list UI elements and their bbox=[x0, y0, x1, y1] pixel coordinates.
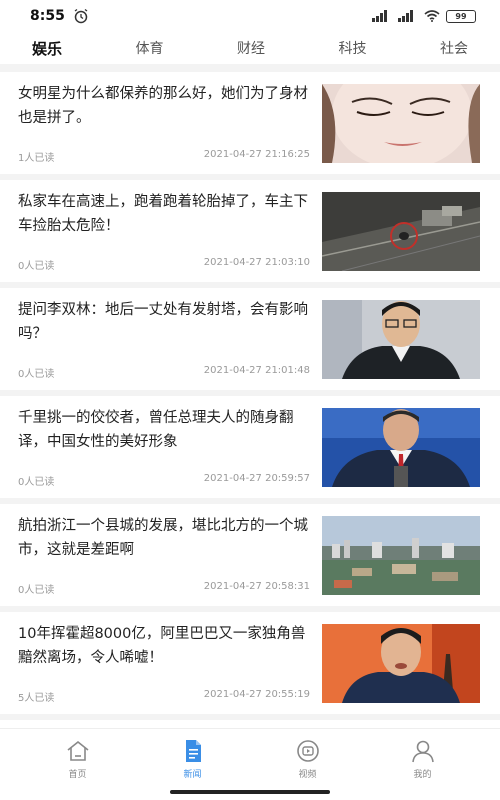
read-count: 5人已读 bbox=[18, 693, 55, 704]
nav-news[interactable]: 新闻 bbox=[163, 738, 223, 780]
status-time: 8:55 bbox=[30, 8, 65, 24]
news-thumbnail bbox=[322, 516, 480, 595]
read-count: 0人已读 bbox=[18, 477, 55, 488]
news-thumbnail bbox=[322, 300, 480, 379]
news-title: 10年挥霍超8000亿，阿里巴巴又一家独角兽黯然离场，令人唏嘘！ bbox=[18, 626, 306, 666]
bottom-nav: 首页 新闻 视频 我的 bbox=[0, 728, 500, 788]
news-meta: 0人已读 2021-04-27 20:59:57 bbox=[18, 473, 310, 488]
news-item[interactable]: 10年挥霍超8000亿，阿里巴巴又一家独角兽黯然离场，令人唏嘘！ 5人已读 20… bbox=[0, 612, 500, 720]
nav-label: 首页 bbox=[68, 769, 87, 780]
news-meta: 5人已读 2021-04-27 20:55:19 bbox=[18, 689, 310, 704]
tab-entertainment[interactable]: 娱乐 bbox=[32, 38, 62, 59]
publish-time: 2021-04-27 20:58:31 bbox=[203, 581, 310, 592]
nav-home[interactable]: 首页 bbox=[48, 738, 108, 780]
nav-label: 视频 bbox=[298, 769, 317, 780]
nav-profile[interactable]: 我的 bbox=[393, 738, 453, 780]
user-icon bbox=[411, 740, 434, 762]
news-thumbnail bbox=[322, 192, 480, 271]
news-list: 女明星为什么都保养的那么好，她们为了身材也是拼了。 1人已读 2021-04-2… bbox=[0, 72, 500, 720]
nav-label: 新闻 bbox=[183, 769, 202, 780]
publish-time: 2021-04-27 21:16:25 bbox=[203, 149, 310, 160]
tab-sports[interactable]: 体育 bbox=[136, 38, 164, 58]
news-meta: 0人已读 2021-04-27 21:01:48 bbox=[18, 365, 310, 380]
home-indicator bbox=[170, 790, 330, 794]
battery-icon: 99 bbox=[446, 9, 476, 23]
divider bbox=[0, 64, 500, 72]
news-item[interactable]: 提问李双林：地后一丈处有发射塔，会有影响吗？ 0人已读 2021-04-27 2… bbox=[0, 288, 500, 396]
tab-society[interactable]: 社会 bbox=[440, 38, 468, 58]
publish-time: 2021-04-27 20:59:57 bbox=[203, 473, 310, 484]
status-bar: 8:55 99 bbox=[0, 0, 500, 32]
publish-time: 2021-04-27 21:01:48 bbox=[203, 365, 310, 376]
tab-finance[interactable]: 财经 bbox=[237, 38, 265, 58]
news-thumbnail bbox=[322, 624, 480, 703]
tab-technology[interactable]: 科技 bbox=[338, 38, 366, 58]
category-tabs: 娱乐 体育 财经 科技 社会 bbox=[0, 32, 500, 64]
news-meta: 1人已读 2021-04-27 21:16:25 bbox=[18, 149, 310, 164]
news-title: 千里挑一的佼佼者，曾任总理夫人的随身翻译，中国女性的美好形象 bbox=[18, 410, 294, 450]
signal-icon bbox=[398, 10, 418, 22]
news-title: 提问李双林：地后一丈处有发射塔，会有影响吗？ bbox=[18, 302, 308, 342]
news-title: 女明星为什么都保养的那么好，她们为了身材也是拼了。 bbox=[18, 86, 308, 126]
news-thumbnail bbox=[322, 408, 480, 487]
battery-level: 99 bbox=[455, 11, 467, 21]
news-icon bbox=[185, 739, 201, 762]
alarm-icon bbox=[74, 8, 88, 24]
read-count: 0人已读 bbox=[18, 585, 55, 596]
news-item[interactable]: 女明星为什么都保养的那么好，她们为了身材也是拼了。 1人已读 2021-04-2… bbox=[0, 72, 500, 180]
news-meta: 0人已读 2021-04-27 21:03:10 bbox=[18, 257, 310, 272]
publish-time: 2021-04-27 21:03:10 bbox=[203, 257, 310, 268]
read-count: 0人已读 bbox=[18, 369, 55, 380]
news-title: 航拍浙江一个县城的发展，堪比北方的一个城市，这就是差距啊 bbox=[18, 518, 308, 558]
news-thumbnail bbox=[322, 84, 480, 163]
video-icon bbox=[296, 739, 319, 762]
signal-icon bbox=[372, 10, 392, 22]
home-icon bbox=[67, 740, 88, 761]
nav-video[interactable]: 视频 bbox=[278, 738, 338, 780]
read-count: 0人已读 bbox=[18, 261, 55, 272]
news-item[interactable]: 航拍浙江一个县城的发展，堪比北方的一个城市，这就是差距啊 0人已读 2021-0… bbox=[0, 504, 500, 612]
news-item[interactable]: 千里挑一的佼佼者，曾任总理夫人的随身翻译，中国女性的美好形象 0人已读 2021… bbox=[0, 396, 500, 504]
publish-time: 2021-04-27 20:55:19 bbox=[203, 689, 310, 700]
news-item[interactable]: 私家车在高速上，跑着跑着轮胎掉了，车主下车捡胎太危险！ 0人已读 2021-04… bbox=[0, 180, 500, 288]
news-title: 私家车在高速上，跑着跑着轮胎掉了，车主下车捡胎太危险！ bbox=[18, 194, 308, 234]
wifi-icon bbox=[424, 10, 440, 22]
read-count: 1人已读 bbox=[18, 153, 55, 164]
news-meta: 0人已读 2021-04-27 20:58:31 bbox=[18, 581, 310, 596]
nav-label: 我的 bbox=[413, 769, 432, 780]
